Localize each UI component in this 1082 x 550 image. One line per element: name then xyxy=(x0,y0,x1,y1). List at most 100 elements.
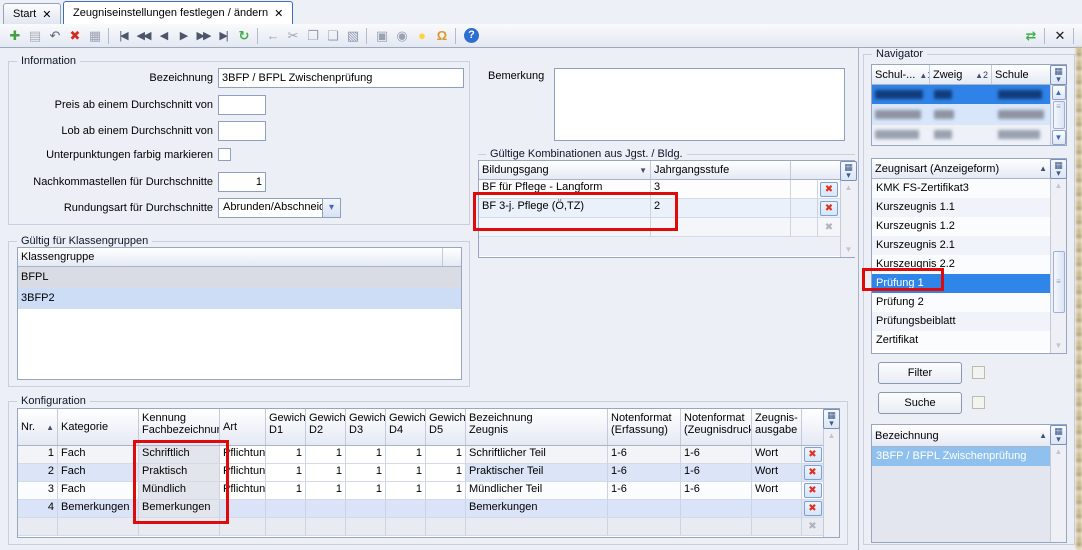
tab-active-close-icon[interactable]: ✕ xyxy=(274,7,283,20)
gewicht-d3-cell[interactable] xyxy=(346,500,386,518)
gewicht-d3-cell[interactable]: 1 xyxy=(346,446,386,464)
konfiguration-scrollbar[interactable]: ▦ ▾ ▲ xyxy=(823,409,839,537)
list-item[interactable]: Kurszeugnis 2.2 xyxy=(872,255,1050,274)
gewicht-d4-cell[interactable]: 1 xyxy=(386,464,426,482)
list-item[interactable]: Zertifikat xyxy=(872,331,1050,350)
school-row-selected[interactable] xyxy=(872,85,1050,105)
nav-first-icon[interactable]: |◀ xyxy=(113,26,133,46)
close-pane-icon[interactable]: ✕ xyxy=(1049,26,1069,46)
list-item-selected[interactable]: Prüfung 1 xyxy=(872,274,1050,293)
column-header-gewicht-d1[interactable]: GewichtD1 xyxy=(266,409,306,445)
nachkommastellen-input[interactable] xyxy=(218,172,266,192)
panel-splitter[interactable] xyxy=(858,47,859,550)
gewicht-d5-cell[interactable]: 1 xyxy=(426,446,466,464)
column-picker-icon[interactable]: ▦ ▾ xyxy=(823,409,840,429)
column-header-kategorie[interactable]: Kategorie xyxy=(61,421,108,433)
nav-prev-icon[interactable]: ◀ xyxy=(153,26,173,46)
konfiguration-row[interactable]: 4 Bemerkungen Bemerkungen Bemerkungen ✖ xyxy=(18,500,823,518)
column-header-bezeichnung[interactable]: Bezeichnung xyxy=(875,430,939,442)
kombination-row-empty[interactable]: ✖ xyxy=(479,218,840,237)
copy-icon[interactable]: ❐ xyxy=(302,26,322,46)
undo-icon[interactable]: ↶ xyxy=(44,26,64,46)
paste-icon[interactable]: ❑ xyxy=(322,26,342,46)
column-header-notenformat-erfassung[interactable]: Notenformat(Erfassung) xyxy=(608,409,681,445)
back-arrow-icon[interactable]: ← xyxy=(262,26,282,46)
delete-row-button[interactable]: ✖ xyxy=(804,501,822,516)
tab-start[interactable]: Start ✕ xyxy=(3,3,61,24)
list-item[interactable]: KMK FS-Zertifikat3 xyxy=(872,179,1050,198)
column-picker-icon[interactable]: ▦ ▾ xyxy=(1050,159,1067,179)
column-picker-icon[interactable]: ▦ ▾ xyxy=(1050,65,1067,85)
gewicht-d4-cell[interactable]: 1 xyxy=(386,446,426,464)
konfiguration-row[interactable]: 2 Fach Praktisch Pflichtunt 1 1 1 1 1 Pr… xyxy=(18,464,823,482)
gewicht-d1-cell[interactable]: 1 xyxy=(266,464,306,482)
unterpunktungen-checkbox[interactable] xyxy=(218,148,231,161)
nav-last-icon[interactable]: ▶| xyxy=(213,26,233,46)
bell-icon[interactable]: Ω xyxy=(431,26,451,46)
lob-input[interactable] xyxy=(218,121,266,141)
column-picker-icon[interactable]: ▦ ▾ xyxy=(840,161,857,181)
bemerkung-textarea[interactable] xyxy=(554,68,845,141)
kombination-row[interactable]: BF für Pflege - Langform 3 ✖ xyxy=(479,180,840,199)
delete-row-button[interactable]: ✖ xyxy=(804,447,822,462)
gewicht-d5-cell[interactable]: 1 xyxy=(426,464,466,482)
delete-row-button[interactable]: ✖ xyxy=(804,465,822,480)
delete-row-button[interactable]: ✖ xyxy=(820,201,838,216)
column-header-zeugnisart[interactable]: Zeugnisart (Anzeigeform) xyxy=(875,163,999,175)
select-region-icon[interactable]: ▧ xyxy=(342,26,362,46)
gewicht-d1-cell[interactable]: 1 xyxy=(266,446,306,464)
nav-next-icon[interactable]: ▶ xyxy=(173,26,193,46)
gewicht-d1-cell[interactable]: 1 xyxy=(266,482,306,500)
hint-lightbulb-icon[interactable]: ● xyxy=(411,26,431,46)
column-header-gewicht-d3[interactable]: GewichtD3 xyxy=(346,409,386,445)
filter-button[interactable]: Filter xyxy=(878,362,962,384)
column-header-kennung[interactable]: Kennung xyxy=(142,412,216,424)
cut-icon[interactable]: ✂ xyxy=(282,26,302,46)
zeugnisart-scrollbar[interactable]: ▦ ▾ ▲ ≡ ▼ xyxy=(1050,159,1066,353)
gewicht-d5-cell[interactable]: 1 xyxy=(426,482,466,500)
suche-button[interactable]: Suche xyxy=(878,392,962,414)
list-item-selected[interactable]: 3BFP / BFPL Zwischenprüfung xyxy=(872,447,1050,466)
refresh-icon[interactable]: ↻ xyxy=(233,26,253,46)
klassengruppe-row[interactable]: 3BFP2 xyxy=(18,288,461,309)
column-header-gewicht-d5[interactable]: GewichtD5 xyxy=(426,409,466,445)
disc-icon[interactable]: ◉ xyxy=(391,26,411,46)
delete-icon[interactable]: ✖ xyxy=(64,26,84,46)
school-row[interactable] xyxy=(872,125,1050,145)
konfiguration-row[interactable]: 1 Fach Schriftlich Pflichtunt 1 1 1 1 1 … xyxy=(18,446,823,464)
save-icon[interactable]: ▤ xyxy=(24,26,44,46)
gewicht-d3-cell[interactable]: 1 xyxy=(346,482,386,500)
gewicht-d2-cell[interactable]: 1 xyxy=(306,446,346,464)
form-properties-icon[interactable]: ▦ xyxy=(84,26,104,46)
column-header-jahrgangsstufe[interactable]: Jahrgangsstufe xyxy=(654,164,729,176)
scrollbar-thumb[interactable]: ≡ xyxy=(1053,101,1065,129)
column-header-art[interactable]: Art xyxy=(223,421,237,433)
kombinationen-scrollbar[interactable]: ▦ ▾ ▲ ▼ xyxy=(840,161,856,257)
konfiguration-row-empty[interactable]: ✖ xyxy=(18,518,823,536)
delete-row-button[interactable]: ✖ xyxy=(820,182,838,197)
gewicht-d3-cell[interactable]: 1 xyxy=(346,464,386,482)
tab-start-close-icon[interactable]: ✕ xyxy=(42,8,51,21)
preis-input[interactable] xyxy=(218,95,266,115)
filter-checkbox[interactable] xyxy=(972,366,985,379)
sync-icon[interactable]: ⇄ xyxy=(1020,26,1040,46)
gewicht-d2-cell[interactable] xyxy=(306,500,346,518)
list-item[interactable]: Prüfungsbeiblatt xyxy=(872,312,1050,331)
column-header-nr[interactable]: Nr. xyxy=(21,421,35,433)
konfiguration-row[interactable]: 3 Fach Mündlich Pflichtunt 1 1 1 1 1 Mün… xyxy=(18,482,823,500)
column-header-gewicht-d2[interactable]: GewichtD2 xyxy=(306,409,346,445)
list-item[interactable]: Kurszeugnis 1.2 xyxy=(872,217,1050,236)
gewicht-d4-cell[interactable] xyxy=(386,500,426,518)
column-header-zeugnisausgabe[interactable]: Zeugnis-ausgabe xyxy=(752,409,802,445)
column-header-bezeichnung-zeugnis[interactable]: BezeichnungZeugnis xyxy=(466,409,608,445)
scrollbar-thumb[interactable]: ≡ xyxy=(1053,251,1065,313)
klassengruppe-row[interactable]: BFPL xyxy=(18,267,461,288)
scroll-up-icon[interactable]: ▲ xyxy=(1052,85,1066,100)
tab-zeugniseinstellungen[interactable]: Zeugniseinstellungen festlegen / ändern … xyxy=(63,1,293,24)
school-scrollbar[interactable]: ▦ ▾ ▲ ≡ ▼ xyxy=(1050,65,1066,145)
list-item[interactable]: Prüfung 2 xyxy=(872,293,1050,312)
list-item[interactable]: Kurszeugnis 2.1 xyxy=(872,236,1050,255)
gewicht-d2-cell[interactable]: 1 xyxy=(306,482,346,500)
delete-row-button[interactable]: ✖ xyxy=(804,483,822,498)
column-header-bildungsgang[interactable]: Bildungsgang xyxy=(482,164,549,176)
